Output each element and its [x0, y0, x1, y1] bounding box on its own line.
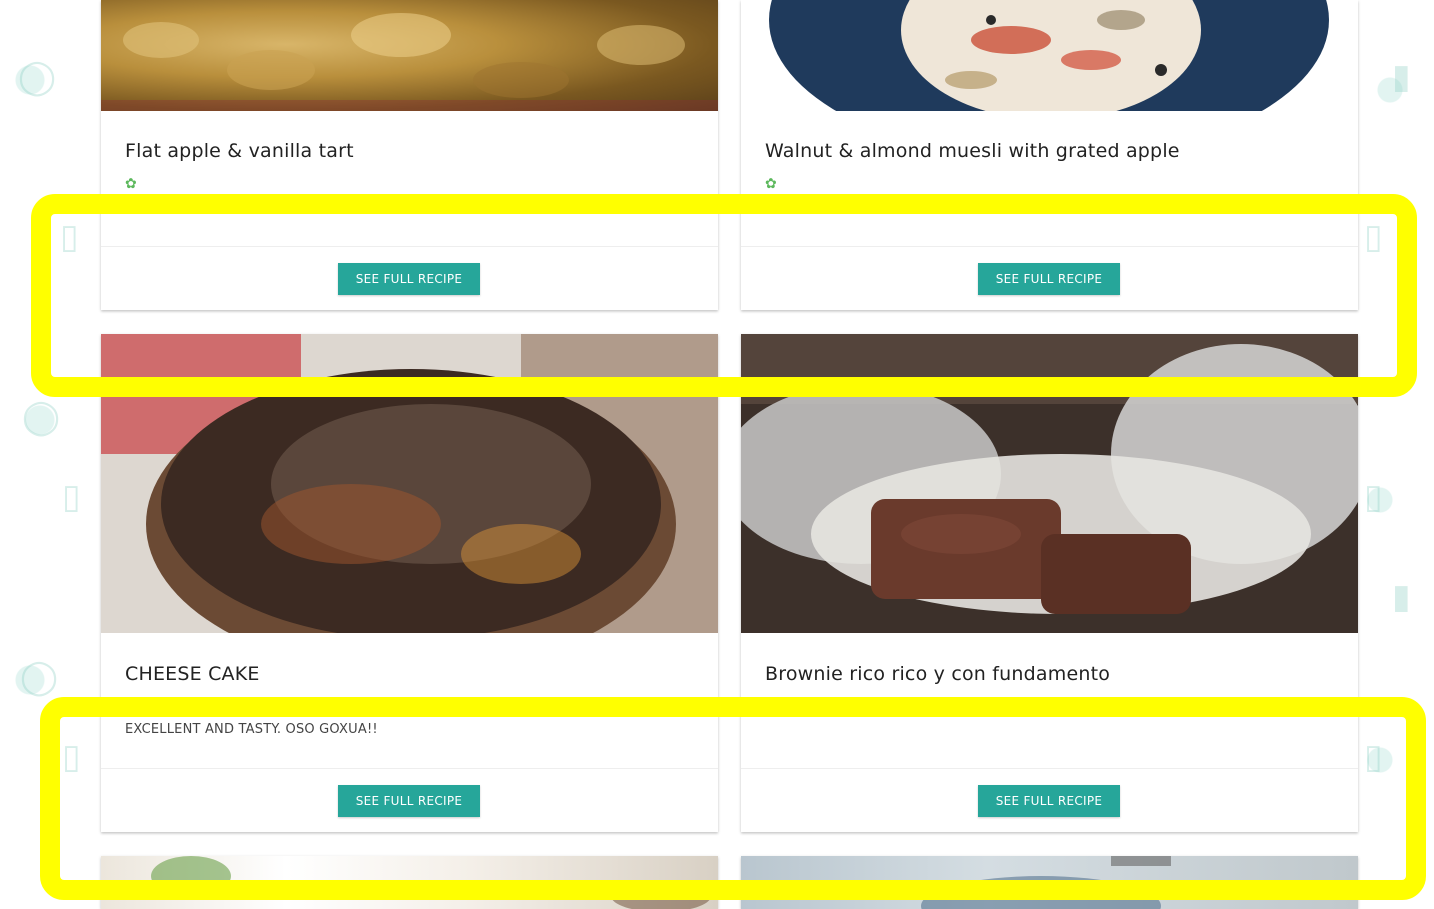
- carrot-icon: ✿: [765, 176, 777, 192]
- recipe-photo[interactable]: [741, 856, 1358, 909]
- cheesecake-texture: [101, 334, 718, 633]
- see-full-recipe-button[interactable]: SEE FULL RECIPE: [978, 785, 1120, 817]
- recipe-title[interactable]: Walnut & almond muesli with grated apple: [765, 140, 1180, 162]
- muesli-photo[interactable]: [741, 0, 1358, 111]
- carrot-icon: ✿: [125, 176, 137, 192]
- recipe-card: [741, 856, 1358, 909]
- recipe-title[interactable]: CHEESE CAKE: [125, 663, 260, 685]
- recipe-photo[interactable]: [101, 856, 718, 909]
- cup-pattern-icon: ▯: [60, 217, 79, 257]
- cheesecake-photo[interactable]: [101, 334, 718, 633]
- popsicle-pattern-icon: ▮: [1392, 57, 1411, 97]
- muesli-texture: [741, 0, 1358, 111]
- tart-texture: [101, 13, 718, 111]
- card-divider: [101, 768, 718, 769]
- recipe-card: Brownie rico rico y con fundamento SEE F…: [741, 334, 1358, 832]
- cup-pattern-icon: ▯: [1364, 477, 1383, 517]
- recipe-card: Walnut & almond muesli with grated apple…: [741, 0, 1358, 310]
- cup-pattern-icon: ▯: [1364, 737, 1383, 777]
- recipe-photo-texture: [151, 856, 711, 909]
- recipe-card: Flat apple & vanilla tart ✿ SEE FULL REC…: [101, 0, 718, 310]
- recipe-title[interactable]: Brownie rico rico y con fundamento: [765, 663, 1110, 685]
- recipe-card: [101, 856, 718, 909]
- recipe-photo-texture: [921, 856, 1171, 909]
- recipe-title[interactable]: Flat apple & vanilla tart: [125, 140, 354, 162]
- burger-pattern-icon: ◯: [20, 657, 59, 697]
- card-divider: [741, 768, 1358, 769]
- brownie-photo[interactable]: [741, 334, 1358, 633]
- cup-pattern-icon: ▯: [62, 477, 81, 517]
- brownie-texture: [741, 334, 1358, 633]
- see-full-recipe-button[interactable]: SEE FULL RECIPE: [338, 785, 480, 817]
- burger-pattern-icon: ◯: [18, 57, 57, 97]
- popsicle-pattern-icon: ▮: [1392, 577, 1411, 617]
- card-divider: [101, 246, 718, 247]
- cup-pattern-icon: ▯: [1364, 217, 1383, 257]
- see-full-recipe-button[interactable]: SEE FULL RECIPE: [978, 263, 1120, 295]
- recipe-card: CHEESE CAKE EXCELLENT AND TASTY. OSO GOX…: [101, 334, 718, 832]
- see-full-recipe-button[interactable]: SEE FULL RECIPE: [338, 263, 480, 295]
- burger-pattern-icon: ◯: [22, 397, 61, 437]
- apple-tart-photo[interactable]: [101, 0, 718, 111]
- recipe-description: EXCELLENT AND TASTY. OSO GOXUA!!: [125, 722, 378, 737]
- cup-pattern-icon: ▯: [62, 737, 81, 777]
- card-divider: [741, 246, 1358, 247]
